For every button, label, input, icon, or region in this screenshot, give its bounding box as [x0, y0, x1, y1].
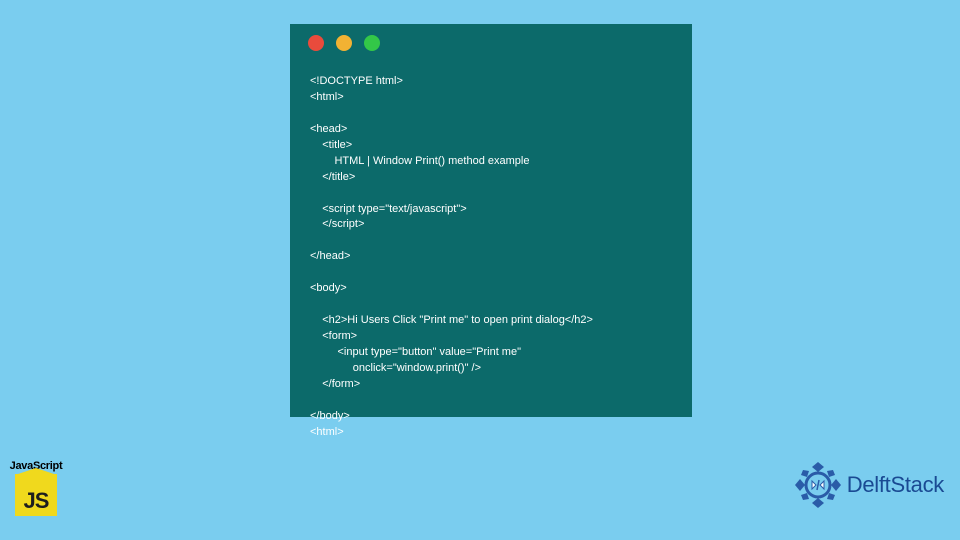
javascript-icon-text: JS — [24, 488, 49, 516]
code-block: <!DOCTYPE html> <html> <head> <title> HT… — [290, 62, 692, 461]
delftstack-brand: DelftStack — [793, 460, 944, 510]
javascript-badge: JavaScript JS — [6, 460, 66, 516]
javascript-shield-icon: JS — [15, 474, 57, 516]
minimize-dot-icon — [336, 35, 352, 51]
delftstack-logo-icon — [793, 460, 843, 510]
delftstack-text: DelftStack — [847, 472, 944, 498]
close-dot-icon — [308, 35, 324, 51]
maximize-dot-icon — [364, 35, 380, 51]
code-window: <!DOCTYPE html> <html> <head> <title> HT… — [290, 24, 692, 417]
window-titlebar — [290, 24, 692, 62]
